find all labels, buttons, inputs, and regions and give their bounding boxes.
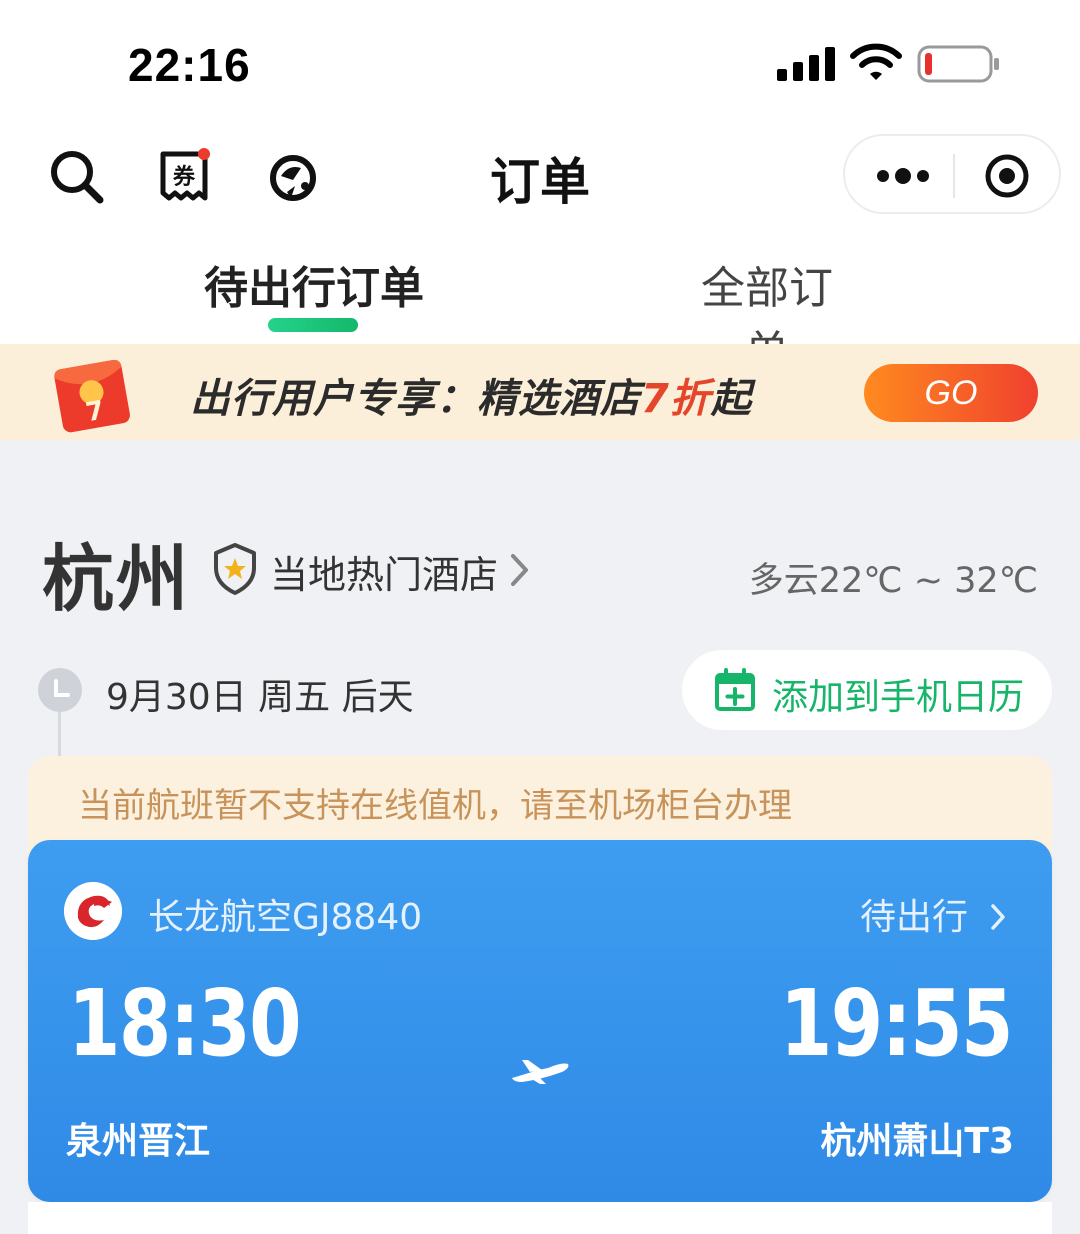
signal-icon (777, 47, 835, 81)
arrival-time: 19:55 (780, 970, 1014, 1077)
airplane-icon (512, 1060, 569, 1084)
red-packet-icon: 7 (54, 359, 130, 433)
chevron-right-icon (511, 554, 528, 586)
wifi-icon (850, 43, 902, 80)
go-button[interactable]: GO (864, 364, 1038, 422)
departure-time: 18:30 (68, 970, 302, 1077)
calendar-add-icon (715, 668, 755, 711)
arrival-airport: 杭州萧山T3 (820, 1121, 1014, 1162)
flight-card[interactable]: 长龙航空GJ8840 待出行 18:30 19:55 泉州晋江 杭州萧山T3 (28, 840, 1052, 1202)
promo-text-prefix: 出行用户专享：精选酒店 (190, 376, 641, 422)
add-to-calendar-button[interactable]: 添加到手机日历 (682, 650, 1052, 730)
airline-logo-icon (64, 882, 122, 940)
flight-status[interactable]: 待出行 (860, 888, 1006, 940)
departure-airport: 泉州晋江 (66, 1121, 211, 1162)
order-tabs: 待出行订单 全部订单 (0, 232, 1080, 378)
timeline-line (58, 712, 61, 756)
search-icon[interactable] (46, 146, 106, 206)
clock-icon (54, 679, 70, 697)
close-miniapp-icon[interactable] (983, 152, 1031, 200)
promo-banner[interactable]: 7 出行用户专享：精选酒店7折起 GO (0, 344, 1080, 440)
airline-flight-number: 长龙航空GJ8840 (148, 897, 423, 938)
weather-info: 多云22℃ ~ 32℃ (748, 561, 1038, 601)
active-tab-indicator (268, 318, 358, 332)
trip-date: 9月30日 周五 后天 (106, 677, 414, 718)
promo-text-highlight: 7折 (641, 376, 711, 422)
promo-text: 出行用户专享：精选酒店7折起 (190, 366, 752, 424)
battery-icon (917, 45, 999, 83)
main-content: 杭州 当地热门酒店 多云22℃ ~ 32℃ 9月30日 周五 后天 添加到手机日… (0, 440, 1080, 1234)
miniapp-capsule (843, 134, 1061, 214)
hot-hotels-label: 当地热门酒店 (270, 553, 499, 597)
timeline-dot (38, 668, 82, 712)
promo-text-suffix: 起 (710, 376, 752, 422)
nav-bar: 券 订单 (0, 120, 1080, 230)
shield-icon (214, 543, 256, 595)
add-to-calendar-label: 添加到手机日历 (772, 677, 1025, 718)
chevron-right-icon (991, 904, 1005, 930)
next-card-edge (28, 1202, 1052, 1234)
travel-icon[interactable] (263, 146, 323, 206)
more-icon[interactable] (873, 158, 933, 194)
coupon-icon[interactable]: 券 (155, 146, 215, 206)
tab-pending-orders[interactable]: 待出行订单 (198, 252, 430, 316)
capsule-divider (953, 154, 955, 198)
status-time: 22:16 (128, 39, 251, 91)
destination-city: 杭州 (42, 537, 191, 621)
status-bar: 22:16 (0, 0, 1080, 120)
flight-status-label: 待出行 (859, 897, 968, 938)
checkin-notice-text: 当前航班暂不支持在线值机，请至机场柜台办理 (78, 786, 792, 826)
svg-text:券: 券 (172, 164, 196, 190)
page-title: 订单 (490, 153, 590, 211)
